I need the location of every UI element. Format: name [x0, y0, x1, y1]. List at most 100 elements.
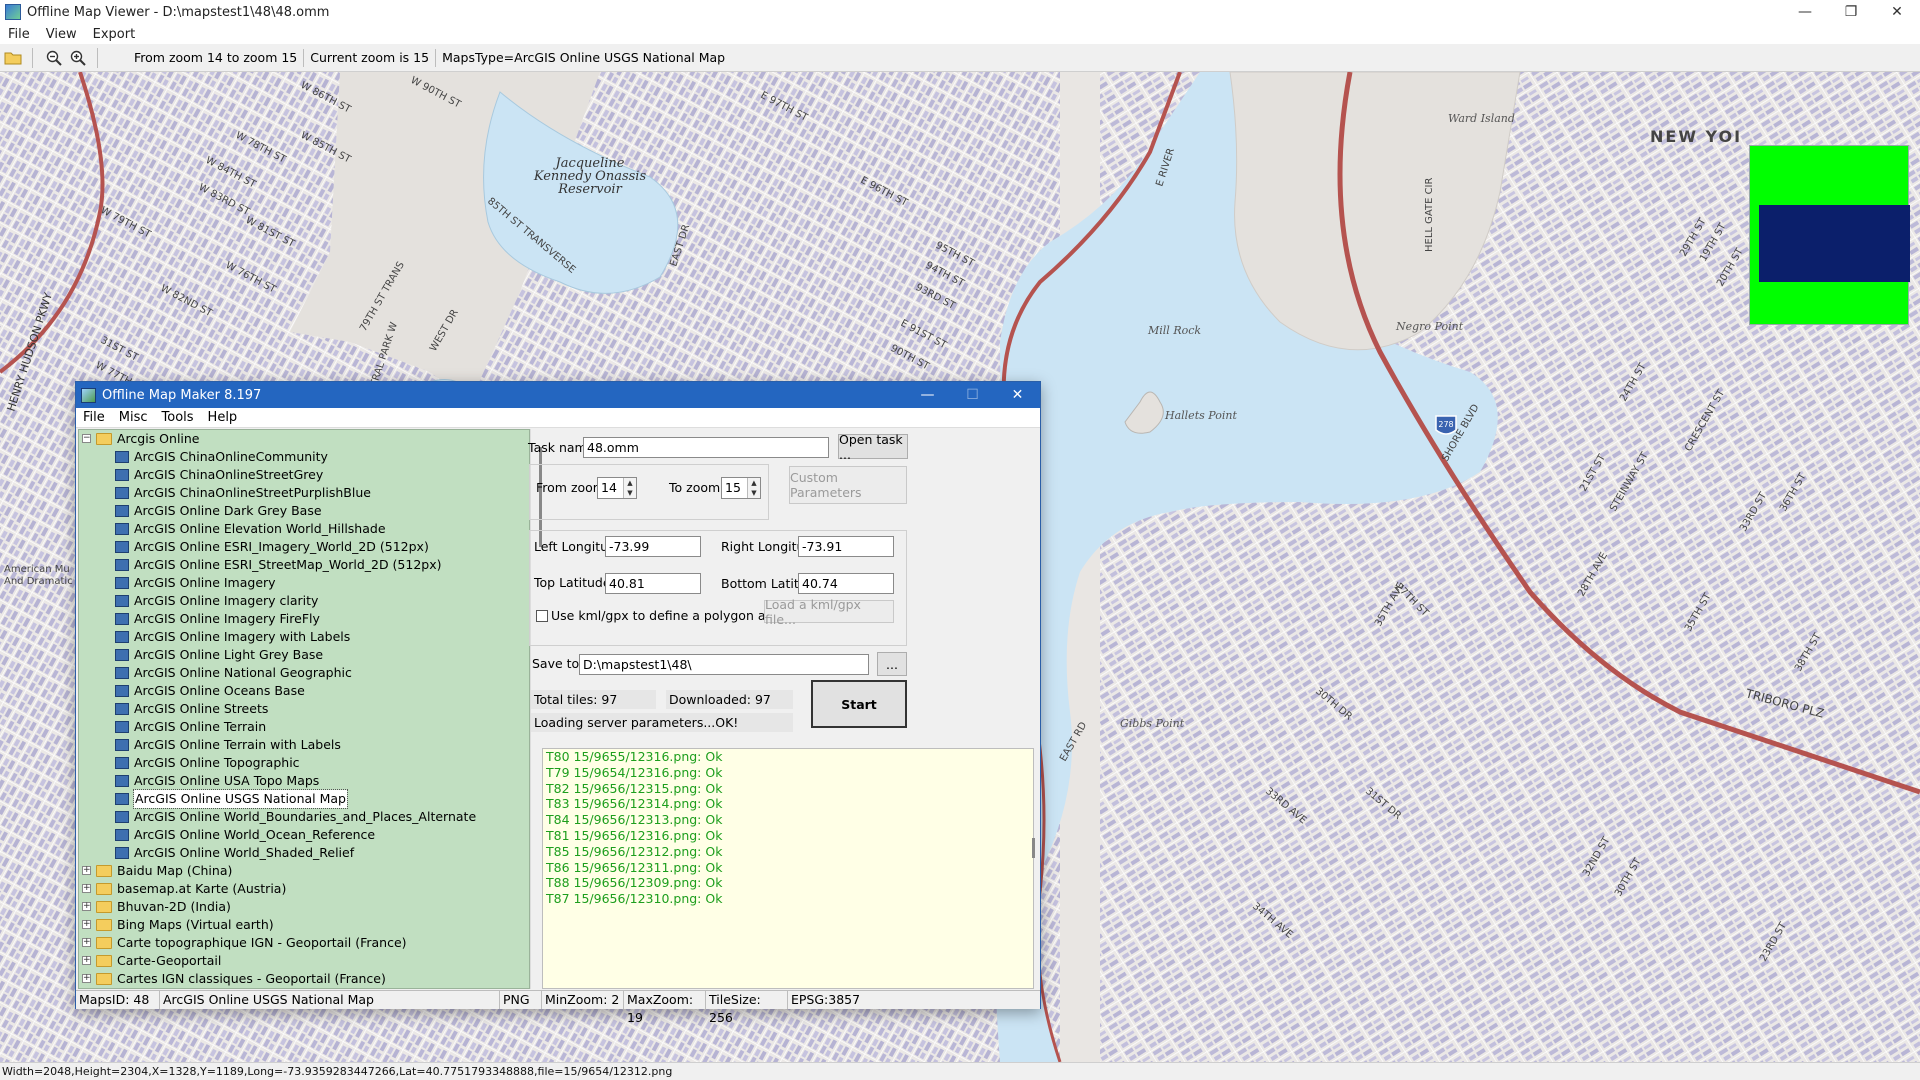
- tree-item[interactable]: ArcGIS Online Dark Grey Base: [79, 502, 529, 520]
- tree-group[interactable]: + Carte-Geoportail: [79, 952, 529, 970]
- tree-group-arcgis[interactable]: − Arcgis Online: [79, 430, 529, 448]
- tree-item[interactable]: ArcGIS Online World_Boundaries_and_Place…: [79, 808, 529, 826]
- menu-export[interactable]: Export: [85, 27, 144, 42]
- maker-menu-help[interactable]: Help: [201, 410, 245, 425]
- from-zoom-spinner[interactable]: 14 ▲ ▼: [597, 477, 637, 499]
- task-name-input[interactable]: 48.omm: [583, 437, 829, 458]
- tree-item[interactable]: ArcGIS ChinaOnlineStreetPurplishBlue: [79, 484, 529, 502]
- bottom-latitude-input[interactable]: 40.74: [798, 573, 894, 594]
- map-source-icon: [115, 487, 129, 499]
- expand-icon[interactable]: +: [82, 974, 91, 983]
- map-source-icon: [115, 613, 129, 625]
- tree-item[interactable]: ArcGIS Online Imagery with Labels: [79, 628, 529, 646]
- log-line: T87 15/9656/12310.png: Ok: [546, 891, 723, 907]
- maker-minimize-button[interactable]: —: [905, 382, 950, 408]
- maker-maximize-button[interactable]: ☐: [950, 382, 995, 408]
- maker-menu-tools[interactable]: Tools: [155, 410, 201, 425]
- tree-item-label: ArcGIS Online USGS National Map: [133, 789, 348, 809]
- maker-close-button[interactable]: ✕: [995, 382, 1040, 408]
- tree-item[interactable]: ArcGIS Online National Geographic: [79, 664, 529, 682]
- log-line: T86 15/9656/12311.png: Ok: [546, 859, 723, 875]
- hallets-point-label: Hallets Point: [1164, 409, 1237, 422]
- custom-parameters-button[interactable]: Custom Parameters: [789, 466, 907, 504]
- log-scrollbar[interactable]: [1025, 748, 1042, 989]
- load-kml-button[interactable]: Load a kml/gpx file...: [764, 597, 894, 627]
- tree-item[interactable]: ArcGIS Online ESRI_StreetMap_World_2D (5…: [79, 556, 529, 574]
- tree-group[interactable]: + Cartes IGN classiques - Geoportail (Fra…: [79, 970, 529, 988]
- map-source-icon: [115, 469, 129, 481]
- tree-item[interactable]: ArcGIS Online Topographic: [79, 754, 529, 772]
- tree-item[interactable]: ArcGIS Online Terrain: [79, 718, 529, 736]
- expand-icon[interactable]: +: [82, 902, 91, 911]
- tree-group[interactable]: + Bhuvan-2D (India): [79, 898, 529, 916]
- tree-group[interactable]: + basemap.at Karte (Austria): [79, 880, 529, 898]
- tree-item[interactable]: ArcGIS Online World_Ocean_Reference: [79, 826, 529, 844]
- close-button[interactable]: ✕: [1874, 0, 1920, 24]
- log-scroll-thumb[interactable]: [1032, 838, 1035, 858]
- open-folder-icon[interactable]: [2, 47, 24, 69]
- maker-menu-misc[interactable]: Misc: [112, 410, 155, 425]
- tree-group[interactable]: + Bing Maps (Virtual earth): [79, 916, 529, 934]
- menu-file[interactable]: File: [0, 27, 38, 42]
- minimap-viewport[interactable]: [1759, 205, 1910, 282]
- expand-icon[interactable]: +: [82, 866, 91, 875]
- tree-item-label: ArcGIS Online Terrain with Labels: [134, 737, 341, 752]
- tree-item-label: ArcGIS Online Oceans Base: [134, 683, 305, 698]
- tree-item[interactable]: ArcGIS Online World_Shaded_Relief: [79, 844, 529, 862]
- tree-item[interactable]: ArcGIS Online ESRI_Imagery_World_2D (512…: [79, 538, 529, 556]
- tree-group[interactable]: + Baidu Map (China): [79, 862, 529, 880]
- browse-button[interactable]: ...: [877, 652, 907, 676]
- map-source-tree[interactable]: − Arcgis Online ArcGIS ChinaOnlineCommun…: [78, 429, 530, 989]
- start-button[interactable]: Start: [811, 680, 907, 728]
- maker-menu-file[interactable]: File: [76, 410, 112, 425]
- tree-item[interactable]: ArcGIS Online Streets: [79, 700, 529, 718]
- hell-gate-label: HELL GATE CIR: [1424, 177, 1435, 252]
- tree-group-label: Bhuvan-2D (India): [117, 899, 231, 914]
- maps-type-text: MapsType=ArcGIS Online USGS National Map: [442, 49, 726, 65]
- use-kml-checkbox[interactable]: [536, 610, 548, 622]
- tree-item-label: ArcGIS Online Terrain: [134, 719, 267, 734]
- expand-icon[interactable]: +: [82, 920, 91, 929]
- zoom-range-text: From zoom 14 to zoom 15: [128, 48, 305, 67]
- menu-view[interactable]: View: [38, 27, 85, 42]
- tree-item[interactable]: ArcGIS Online Elevation World_Hillshade: [79, 520, 529, 538]
- log-line: T80 15/9655/12316.png: Ok: [546, 749, 723, 764]
- top-latitude-input[interactable]: 40.81: [605, 573, 701, 594]
- tree-item[interactable]: ArcGIS ChinaOnlineCommunity: [79, 448, 529, 466]
- tree-item[interactable]: ArcGIS Online Imagery FireFly: [79, 610, 529, 628]
- spin-arrows-icon[interactable]: ▲ ▼: [623, 478, 636, 498]
- tree-item-label: ArcGIS ChinaOnlineStreetGrey: [134, 467, 324, 482]
- minimize-button[interactable]: —: [1782, 0, 1828, 24]
- tree-item[interactable]: ArcGIS Online USGS National Map: [79, 789, 529, 809]
- reservoir-label-3: Reservoir: [557, 182, 622, 197]
- download-log[interactable]: T80 15/9655/12316.png: Ok T79 15/9654/123…: [542, 748, 1034, 989]
- tree-item[interactable]: ArcGIS ChinaOnlineStreetGrey: [79, 466, 529, 484]
- collapse-icon[interactable]: −: [82, 434, 91, 443]
- tree-group[interactable]: + Carte topographique IGN - Geoportail (F…: [79, 934, 529, 952]
- left-longitude-input[interactable]: -73.99: [605, 536, 701, 557]
- expand-icon[interactable]: +: [82, 884, 91, 893]
- spin-arrows-icon[interactable]: ▲ ▼: [747, 478, 760, 498]
- folder-icon: [96, 865, 112, 877]
- tree-item[interactable]: ArcGIS Online USA Topo Maps: [79, 772, 529, 790]
- tree-item-label: ArcGIS Online ESRI_StreetMap_World_2D (5…: [134, 557, 442, 572]
- zoom-in-icon[interactable]: [67, 47, 89, 69]
- right-longitude-input[interactable]: -73.91: [798, 536, 894, 557]
- to-zoom-spinner[interactable]: 15 ▲ ▼: [721, 477, 761, 499]
- tree-item-label: ArcGIS Online Elevation World_Hillshade: [134, 521, 386, 536]
- tree-item[interactable]: ArcGIS Online Imagery: [79, 574, 529, 592]
- tree-item[interactable]: ArcGIS Online Imagery clarity: [79, 592, 529, 610]
- expand-icon[interactable]: +: [82, 956, 91, 965]
- overview-minimap[interactable]: [1749, 145, 1910, 325]
- tree-item[interactable]: ArcGIS Online Light Grey Base: [79, 646, 529, 664]
- restore-button[interactable]: ❐: [1828, 0, 1874, 24]
- save-to-input[interactable]: D:\mapstest1\48\: [579, 654, 869, 675]
- tree-item[interactable]: ArcGIS Online Terrain with Labels: [79, 736, 529, 754]
- log-line: T79 15/9654/12316.png: Ok: [546, 764, 723, 780]
- tree-item[interactable]: ArcGIS Online Oceans Base: [79, 682, 529, 700]
- tree-group-label: Bing Maps (Virtual earth): [117, 917, 274, 932]
- expand-icon[interactable]: +: [82, 938, 91, 947]
- epsg-text: EPSG:3857: [791, 992, 861, 1007]
- open-task-button[interactable]: Open task ...: [838, 432, 908, 462]
- zoom-out-icon[interactable]: [43, 47, 65, 69]
